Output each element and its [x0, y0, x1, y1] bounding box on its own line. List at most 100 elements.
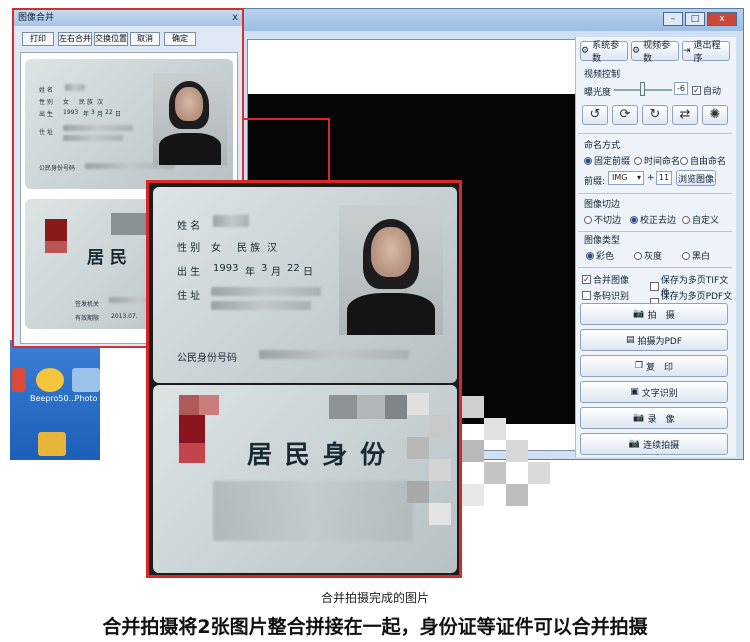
- video-control-label: 视频控制: [584, 70, 621, 80]
- brightness-icon[interactable]: ✺: [702, 105, 728, 125]
- portrait-body: [159, 133, 221, 165]
- confirm-button[interactable]: 确定: [164, 32, 196, 46]
- swap-position-button[interactable]: 交换位置: [94, 32, 128, 46]
- merge-images-checkbox[interactable]: ✓ 合并图像: [582, 273, 629, 286]
- checkbox-checked: ✓: [582, 275, 591, 284]
- portrait-body: [347, 293, 435, 335]
- copy-button[interactable]: ❐ 复 印: [580, 355, 728, 377]
- mosaic-block: [429, 459, 451, 481]
- continuous-capture-button[interactable]: 📷 连续拍摄: [580, 433, 728, 455]
- camera-icon: 📷: [633, 309, 645, 319]
- cancel-button[interactable]: 取消: [130, 32, 160, 46]
- window-controls: – □ x: [663, 12, 737, 26]
- radio-correct-crop[interactable]: 校正去边: [630, 213, 676, 226]
- refresh-icon[interactable]: ⟳: [612, 105, 638, 125]
- blurred-text: [63, 135, 123, 141]
- checkbox-checked: ✓: [692, 86, 701, 95]
- caption-headline: 合并拍摄将2张图片整合拼接在一起，身份证等证件可以合并拍摄: [102, 616, 648, 638]
- rotate-left-icon[interactable]: ↺: [582, 105, 608, 125]
- mosaic-block: [528, 462, 550, 484]
- divider: [578, 231, 732, 232]
- mosaic-block: [484, 462, 506, 484]
- mosaic-block: [407, 393, 429, 415]
- pixelated-emblem: [45, 241, 67, 253]
- exposure-slider-thumb[interactable]: [640, 82, 645, 96]
- radio-time-naming[interactable]: 时间命名: [634, 154, 680, 167]
- desktop-background: Beepro50... Photo: [10, 340, 100, 460]
- mosaic-block: [484, 418, 506, 440]
- desktop-shortcut[interactable]: Photo: [66, 368, 106, 403]
- divider: [578, 193, 732, 194]
- swap-icon[interactable]: ⇄: [672, 105, 698, 125]
- plus-sign: +: [647, 173, 655, 183]
- exposure-value[interactable]: -6: [674, 82, 688, 95]
- pdf-icon: ▤: [625, 335, 635, 345]
- minimize-button[interactable]: –: [663, 12, 683, 26]
- mosaic-block: [462, 484, 484, 506]
- main-titlebar: – □ x: [233, 9, 743, 31]
- pixelated-emblem: [45, 219, 67, 241]
- auto-exposure-checkbox[interactable]: ✓ 自动: [692, 84, 721, 97]
- pixelated-emblem: [179, 415, 205, 443]
- print-button[interactable]: 打印: [22, 32, 54, 46]
- barcode-recognition-checkbox[interactable]: 条码识别: [582, 289, 629, 302]
- blurred-text: [211, 287, 321, 296]
- blurred-text: [63, 125, 133, 131]
- pixelated-emblem: [199, 395, 219, 415]
- blurred-text: [211, 301, 311, 310]
- mosaic-block: [429, 415, 451, 437]
- exit-icon: ⇥: [683, 46, 691, 56]
- rotate-right-icon[interactable]: ↻: [642, 105, 668, 125]
- system-settings-button[interactable]: ⚙ 系统参数: [580, 41, 628, 64]
- divider: [578, 267, 732, 268]
- radio-dot: [584, 156, 592, 165]
- counter-field[interactable]: 11: [656, 171, 672, 185]
- browse-images-button[interactable]: 浏览图像: [676, 170, 716, 186]
- desktop-shortcut[interactable]: Beepro50...: [30, 368, 76, 403]
- mosaic-block: [506, 484, 528, 506]
- photo-icon: [72, 368, 100, 392]
- portrait-face: [175, 87, 203, 121]
- desktop-shortcut[interactable]: [10, 368, 28, 394]
- radio-color[interactable]: 彩色: [586, 249, 614, 262]
- prefix-select[interactable]: IMG ▾: [608, 171, 644, 185]
- radio-no-crop[interactable]: 不切边: [584, 213, 621, 226]
- side-by-side-merge-button[interactable]: 左右合并: [58, 32, 92, 46]
- caption-small: 合并拍摄完成的图片: [320, 591, 429, 605]
- chevron-down-icon: ▾: [636, 173, 641, 182]
- blurred-text: [259, 350, 409, 359]
- portrait-face: [371, 227, 411, 277]
- radio-grayscale[interactable]: 灰度: [634, 249, 662, 262]
- radio-dot: [682, 215, 690, 224]
- star-icon: [36, 368, 64, 392]
- radio-black-white[interactable]: 黑白: [682, 249, 710, 262]
- exit-button[interactable]: ⇥ 退出程序: [682, 41, 730, 64]
- capture-pdf-button[interactable]: ▤ 拍摄为PDF: [580, 329, 728, 351]
- radio-fixed-prefix[interactable]: 固定前缀: [584, 154, 630, 167]
- portrait-photo: [339, 205, 443, 335]
- radio-dot: [584, 215, 592, 224]
- mosaic-block: [429, 503, 451, 525]
- radio-free-naming[interactable]: 自由命名: [680, 154, 726, 167]
- radio-dot: [680, 156, 688, 165]
- merge-dialog-title: 图像合并 x: [14, 10, 242, 26]
- mosaic-block: [506, 440, 528, 462]
- maximize-button[interactable]: □: [685, 12, 705, 26]
- ocr-button[interactable]: ▣ 文字识别: [580, 381, 728, 403]
- image-type-label: 图像类型: [584, 236, 621, 246]
- close-icon[interactable]: x: [232, 10, 238, 25]
- mosaic-block: [407, 437, 429, 459]
- blurred-text: [213, 215, 249, 227]
- pixelated-block: [329, 395, 357, 419]
- video-settings-button[interactable]: ⚙ 视频参数: [631, 41, 679, 64]
- copy-icon: ❐: [634, 361, 644, 371]
- record-button[interactable]: 📷 录 像: [580, 407, 728, 429]
- capture-button[interactable]: 📷 拍 摄: [580, 303, 728, 325]
- close-button[interactable]: x: [707, 12, 737, 26]
- radio-custom-crop[interactable]: 自定义: [682, 213, 719, 226]
- app-icon: [12, 368, 26, 392]
- mosaic-block: [407, 481, 429, 503]
- id-card-front: 姓 名 性 别 女 民 族 汉 出 生 1993 年 3 月 22 日 住 址 …: [153, 187, 457, 383]
- desktop-shortcut[interactable]: [32, 432, 72, 458]
- blurred-emblem: [213, 481, 413, 541]
